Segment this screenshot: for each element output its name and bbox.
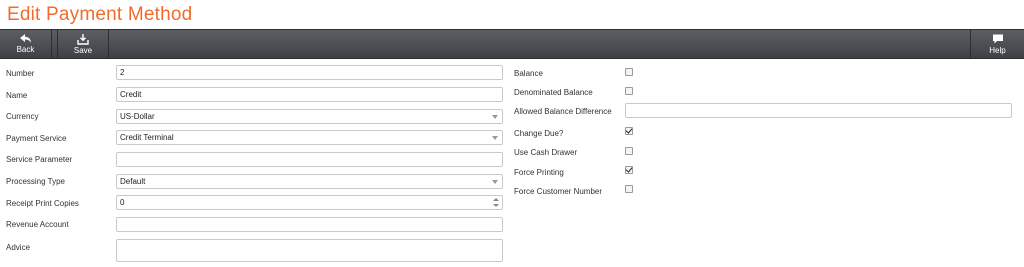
- toolbar: Back Save Help: [0, 29, 1024, 59]
- chevron-down-icon: [492, 136, 498, 140]
- advice-textarea[interactable]: [116, 239, 503, 262]
- force-customer-number-label: Force Customer Number: [514, 187, 603, 196]
- force-customer-number-checkbox[interactable]: [625, 185, 633, 193]
- receipt-print-copies-label: Receipt Print Copies: [6, 199, 79, 208]
- revenue-account-label: Revenue Account: [6, 220, 69, 229]
- use-cash-drawer-label: Use Cash Drawer: [514, 148, 578, 157]
- name-label: Name: [6, 91, 28, 100]
- back-arrow-icon: [19, 34, 31, 43]
- back-label: Back: [16, 45, 35, 54]
- chevron-down-icon: [492, 115, 498, 119]
- payment-service-label: Payment Service: [6, 134, 67, 143]
- balance-label: Balance: [514, 69, 543, 78]
- payment-service-value: Credit Terminal: [120, 133, 174, 142]
- receipt-print-copies-value: 0: [120, 198, 125, 207]
- advice-label: Advice: [6, 243, 31, 252]
- currency-value: US-Dollar: [120, 112, 155, 121]
- receipt-print-copies-stepper[interactable]: 0: [116, 195, 503, 210]
- payment-service-select[interactable]: Credit Terminal: [116, 130, 503, 145]
- chevron-down-icon: [492, 180, 498, 184]
- allowed-balance-difference-input[interactable]: [625, 103, 1012, 118]
- name-input[interactable]: Credit: [116, 87, 503, 102]
- processing-type-label: Processing Type: [6, 177, 65, 186]
- allowed-balance-difference-label: Allowed Balance Difference: [514, 107, 612, 116]
- force-printing-label: Force Printing: [514, 168, 564, 177]
- denominated-balance-label: Denominated Balance: [514, 88, 593, 97]
- page-title: Edit Payment Method: [7, 4, 193, 25]
- denominated-balance-checkbox[interactable]: [625, 87, 633, 95]
- help-button[interactable]: Help: [970, 30, 1024, 59]
- save-button[interactable]: Save: [57, 30, 109, 59]
- service-parameter-label: Service Parameter: [6, 155, 73, 164]
- use-cash-drawer-checkbox[interactable]: [625, 147, 633, 155]
- balance-checkbox[interactable]: [625, 68, 633, 76]
- speech-bubble-icon: [992, 34, 1003, 44]
- change-due-checkbox[interactable]: [625, 127, 633, 135]
- number-label: Number: [6, 69, 35, 78]
- help-label: Help: [989, 46, 1006, 55]
- back-button[interactable]: Back: [0, 30, 52, 59]
- currency-label: Currency: [6, 112, 39, 121]
- save-label: Save: [73, 46, 93, 55]
- spinner-arrows-icon[interactable]: [492, 196, 500, 209]
- force-printing-checkbox[interactable]: [625, 166, 633, 174]
- number-input[interactable]: 2: [116, 65, 503, 80]
- processing-type-select[interactable]: Default: [116, 174, 503, 189]
- change-due-label: Change Due?: [514, 129, 564, 138]
- save-download-icon: [77, 34, 89, 45]
- processing-type-value: Default: [120, 177, 146, 186]
- revenue-account-input[interactable]: [116, 217, 503, 232]
- service-parameter-input[interactable]: [116, 152, 503, 167]
- currency-select[interactable]: US-Dollar: [116, 109, 503, 124]
